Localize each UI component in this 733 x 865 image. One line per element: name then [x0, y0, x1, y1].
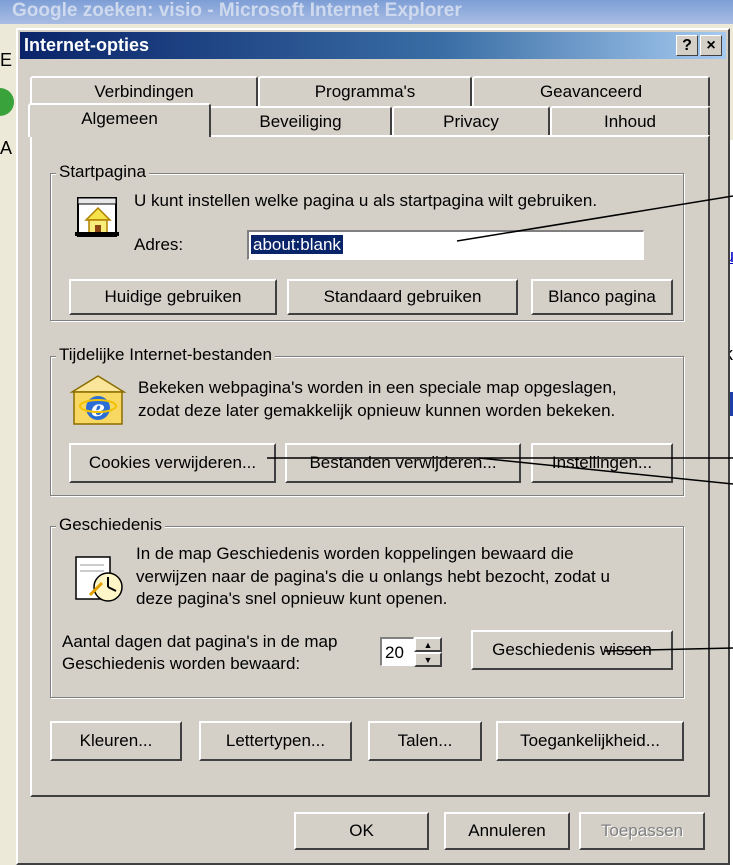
use-current-button[interactable]: Huidige gebruiken [69, 279, 277, 315]
history-days-label-1: Aantal dagen dat pagina's in de map [62, 632, 338, 651]
address-input[interactable]: about:blank [247, 230, 644, 260]
history-description-2: verwijzen naar de pagina's die u onlangs… [136, 567, 610, 586]
use-blank-button[interactable]: Blanco pagina [531, 279, 673, 315]
tab-programmas[interactable]: Programma's [258, 76, 472, 106]
background-fragment: A [0, 138, 13, 158]
tab-beveiliging[interactable]: Beveiliging [209, 106, 392, 136]
background-window-title: Google zoeken: visio - Microsoft Interne… [0, 0, 733, 24]
dialog-title-bar[interactable]: Internet-opties [20, 32, 726, 59]
address-input-value: about:blank [251, 235, 343, 254]
cancel-button[interactable]: Annuleren [444, 812, 570, 850]
history-legend: Geschiedenis [56, 515, 166, 535]
help-button[interactable]: ? [676, 35, 698, 56]
use-default-button[interactable]: Standaard gebruiken [287, 279, 518, 315]
close-button[interactable]: × [700, 35, 722, 56]
history-description-3: deze pagina's snel opnieuw kunt openen. [136, 589, 448, 608]
history-days-increase[interactable]: ▲ [414, 637, 442, 652]
temp-files-legend: Tijdelijke Internet-bestanden [56, 345, 275, 365]
clear-history-button[interactable]: Geschiedenis wissen [471, 630, 673, 670]
delete-cookies-button[interactable]: Cookies verwijderen... [69, 443, 276, 483]
spin-down-icon: ▼ [423, 654, 433, 665]
history-days-input[interactable]: 20 [380, 637, 414, 666]
history-days-decrease[interactable]: ▼ [414, 652, 442, 667]
tab-algemeen[interactable]: Algemeen [28, 103, 211, 137]
spin-up-icon: ▲ [423, 639, 433, 650]
fonts-button[interactable]: Lettertypen... [199, 721, 352, 761]
colors-button[interactable]: Kleuren... [50, 721, 182, 761]
delete-files-button[interactable]: Bestanden verwijderen... [285, 443, 521, 483]
history-days-label-2: Geschiedenis worden bewaard: [62, 654, 301, 673]
tab-inhoud[interactable]: Inhoud [550, 106, 710, 136]
apply-button[interactable]: Toepassen [579, 812, 705, 850]
background-fragment: E [0, 50, 13, 70]
tab-verbindingen[interactable]: Verbindingen [30, 76, 258, 106]
home-page-icon [75, 197, 119, 237]
startpagina-description: U kunt instellen welke pagina u als star… [134, 191, 598, 210]
temp-files-description-2: zodat deze later gemakkelijk opnieuw kun… [138, 401, 616, 420]
dialog-title: Internet-opties [24, 35, 150, 55]
ok-button[interactable]: OK [294, 812, 429, 850]
temp-files-description-1: Bekeken webpagina's worden in een specia… [138, 378, 617, 397]
accessibility-button[interactable]: Toegankelijkheid... [496, 721, 684, 761]
tab-geavanceerd[interactable]: Geavanceerd [472, 76, 710, 106]
temp-files-folder-icon: e [69, 375, 127, 425]
languages-button[interactable]: Talen... [368, 721, 482, 761]
history-clock-icon [75, 556, 123, 602]
address-label: Adres: [134, 235, 184, 254]
history-description-1: In de map Geschiedenis worden koppelinge… [136, 544, 574, 563]
tab-privacy[interactable]: Privacy [392, 106, 550, 136]
history-days-value: 20 [385, 643, 404, 662]
startpagina-legend: Startpagina [56, 162, 149, 182]
temp-files-settings-button[interactable]: Instellingen... [531, 443, 673, 483]
